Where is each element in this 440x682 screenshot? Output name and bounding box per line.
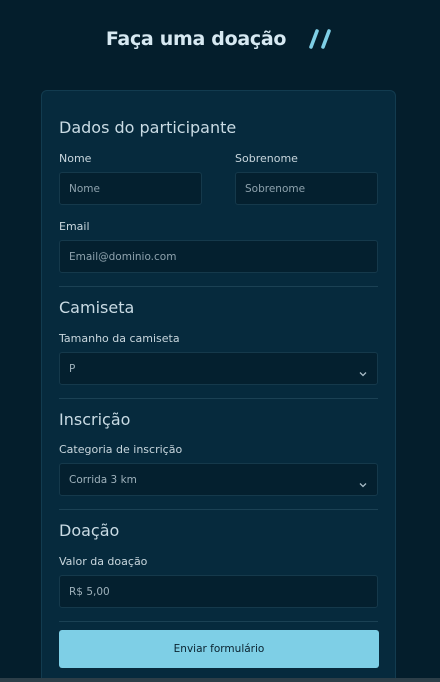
shirt-size-value: P xyxy=(69,362,76,375)
shirt-size-select[interactable]: P xyxy=(59,352,378,385)
section-title-participant: Dados do participante xyxy=(59,118,237,137)
donation-amount-input[interactable] xyxy=(59,575,378,608)
email-label: Email xyxy=(59,220,90,233)
chevron-down-icon xyxy=(358,475,368,487)
last-name-label: Sobrenome xyxy=(235,152,298,165)
divider xyxy=(59,398,378,399)
donation-page: Faça uma doação Dados do participante No… xyxy=(0,0,440,682)
registration-category-value: Corrida 3 km xyxy=(69,473,137,486)
double-slash-logo-icon xyxy=(308,28,334,50)
shirt-size-label: Tamanho da camiseta xyxy=(59,332,180,345)
section-title-donation: Doação xyxy=(59,521,120,540)
first-name-label: Nome xyxy=(59,152,92,165)
email-input[interactable] xyxy=(59,240,378,273)
divider xyxy=(59,509,378,510)
last-name-input[interactable] xyxy=(235,172,378,205)
chevron-down-icon xyxy=(358,364,368,376)
first-name-input[interactable] xyxy=(59,172,202,205)
page-title: Faça uma doação xyxy=(105,28,287,50)
section-title-shirt: Camiseta xyxy=(59,298,135,317)
divider xyxy=(59,286,378,287)
divider xyxy=(59,621,378,622)
section-title-registration: Inscrição xyxy=(59,410,131,429)
page-header: Faça uma doação xyxy=(0,28,440,50)
submit-button[interactable]: Enviar formulário xyxy=(59,630,379,668)
registration-category-select[interactable]: Corrida 3 km xyxy=(59,463,378,496)
donation-form: Dados do participante Nome Sobrenome Ema… xyxy=(41,90,396,682)
bottom-bar xyxy=(0,678,440,682)
donation-amount-label: Valor da doação xyxy=(59,555,148,568)
registration-category-label: Categoria de inscrição xyxy=(59,443,183,456)
